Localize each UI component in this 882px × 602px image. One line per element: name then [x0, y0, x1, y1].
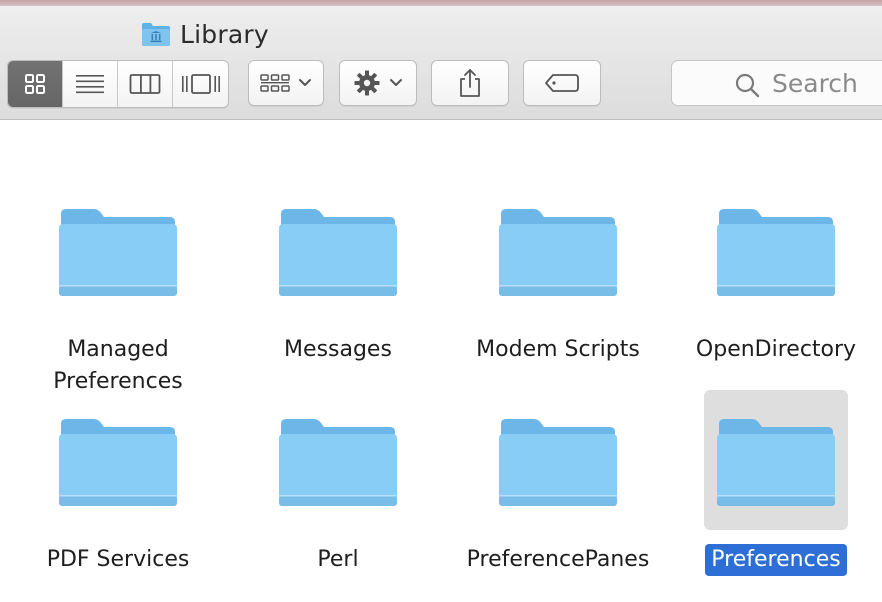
folder-label-line: OpenDirectory: [695, 337, 857, 362]
window-title-text: Library: [180, 19, 269, 49]
folder-icon-wrap: [486, 390, 630, 530]
folder-item-modem-scripts[interactable]: Modem Scripts: [448, 180, 668, 366]
file-icon-grid: Managed Preferences Messages Modem Scrip…: [0, 120, 882, 602]
folder-item-messages[interactable]: Messages: [228, 180, 448, 366]
folder-label-line: Modem Scripts: [476, 337, 640, 362]
folder-label: Messages: [233, 334, 443, 366]
folder-label-line: Perl: [317, 547, 359, 572]
folder-icon-wrap: [46, 390, 190, 530]
folder-label-line: PreferencePanes: [466, 547, 650, 572]
folder-icon: [59, 419, 177, 506]
column-view-button[interactable]: [118, 61, 173, 107]
library-folder-icon: [142, 23, 170, 46]
folder-item-preferences-selected[interactable]: Preferences: [666, 390, 882, 576]
folder-icon: [499, 419, 617, 506]
search-icon: [735, 73, 760, 98]
view-mode-control: [7, 60, 229, 108]
folder-icon-wrap: [266, 390, 410, 530]
tag-icon: [545, 74, 579, 92]
folder-label: OpenDirectory: [671, 334, 881, 366]
folder-item-perl[interactable]: Perl: [228, 390, 448, 576]
search-field[interactable]: [671, 60, 882, 106]
tags-button[interactable]: [523, 60, 601, 106]
folder-icon: [279, 419, 397, 506]
folder-icon: [59, 209, 177, 296]
folder-icon-wrap: [46, 180, 190, 320]
folder-icon-wrap: [266, 180, 410, 320]
action-button[interactable]: [339, 60, 417, 106]
folder-item-opendirectory[interactable]: OpenDirectory: [666, 180, 882, 366]
chevron-down-icon: [299, 79, 311, 86]
list-view-button[interactable]: [63, 61, 118, 107]
folder-label-line: Messages: [284, 337, 392, 362]
folder-label: PreferencePanes: [453, 544, 663, 576]
folder-icon-wrap-selected: [704, 390, 848, 530]
folder-label: PDF Services: [13, 544, 223, 576]
folder-label-line: PDF Services: [46, 547, 190, 572]
arrange-grid-icon: [260, 74, 290, 92]
cover-flow-view-button[interactable]: [173, 61, 228, 107]
list-lines-icon: [76, 75, 104, 94]
folder-label-selected-wrap: Preferences: [705, 544, 847, 576]
chevron-down-icon: [390, 79, 402, 86]
folder-item-managed-preferences[interactable]: Managed Preferences: [8, 180, 228, 398]
folder-label: Managed Preferences: [13, 334, 223, 398]
finder-toolbar: Library: [0, 6, 882, 120]
icon-view-button[interactable]: [8, 61, 63, 107]
folder-label: Perl: [233, 544, 443, 576]
columns-icon: [129, 74, 161, 94]
folder-label-selected: Preferences: [705, 544, 847, 576]
share-icon: [460, 69, 480, 97]
folder-icon: [499, 209, 617, 296]
folder-label-line: Managed: [67, 337, 169, 362]
folder-icon-wrap: [704, 180, 848, 320]
share-button[interactable]: [431, 60, 509, 106]
group-by-button[interactable]: [248, 60, 324, 106]
folder-icon: [717, 419, 835, 506]
folder-item-pdf-services[interactable]: PDF Services: [8, 390, 228, 576]
folder-icon: [717, 209, 835, 296]
folder-icon-wrap: [486, 180, 630, 320]
cover-flow-icon: [181, 74, 220, 94]
window-title: Library: [140, 18, 269, 50]
search-input[interactable]: [772, 68, 882, 98]
folder-item-preferencepanes[interactable]: PreferencePanes: [448, 390, 668, 576]
folder-icon: [279, 209, 397, 296]
finder-window: Library Search Managed Preferences Messa…: [0, 0, 882, 602]
folder-label: Modem Scripts: [453, 334, 663, 366]
gear-icon: [354, 70, 380, 96]
icon-grid-icon: [25, 74, 45, 94]
